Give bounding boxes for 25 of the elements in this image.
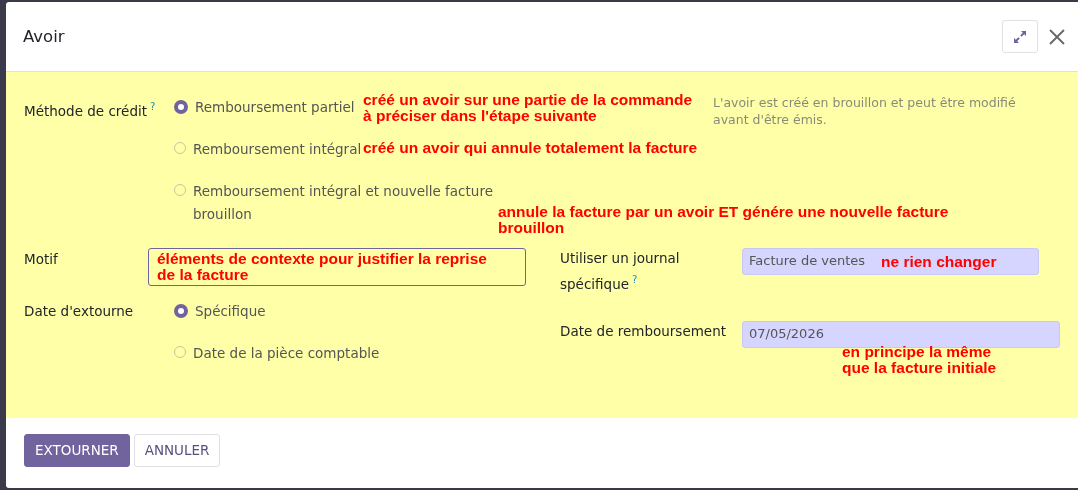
help-text: L'avoir est créé en brouillon et peut être modifié avant d'être émis. (713, 94, 1017, 128)
radio-label[interactable]: Remboursement intégral et nouvelle facture brouillon (193, 180, 493, 226)
annotation-text: annule la facture par un avoir ET génére une nouvelle facture brouillon (498, 204, 949, 236)
radio-label[interactable]: Spécifique (195, 300, 266, 322)
field-label: Date d'extourne (24, 303, 134, 319)
radio-button[interactable] (174, 100, 188, 114)
annotation-text: éléments de contexte pour justifier la reprise de la facture (157, 251, 487, 283)
field-label: Motif (24, 251, 58, 267)
confirm-button[interactable]: EXTOURNER (24, 433, 130, 467)
radio-button[interactable] (174, 304, 188, 318)
radio-label[interactable]: Date de la pièce comptable (193, 342, 380, 364)
annotation-text: créé un avoir qui annule totalement la facture (363, 140, 698, 156)
field-label: Date de remboursement (560, 322, 726, 339)
field-label: Utiliser un journal spécifique$^{?}$ (560, 250, 680, 292)
dialog-title: Avoir (23, 27, 65, 46)
field-label: Méthode de crédit$^{?}$ (24, 102, 156, 119)
radio-label[interactable]: Remboursement partiel (195, 96, 355, 118)
expand-button[interactable] (1002, 20, 1038, 53)
close-icon (1048, 27, 1066, 46)
annotation-text: ne rien changer (881, 254, 997, 270)
cancel-button[interactable]: ANNULER (133, 433, 221, 467)
expand-icon (1012, 28, 1028, 45)
input-field[interactable]: éléments de contexte pour justifier la reprise de la facture (148, 248, 526, 286)
radio-label[interactable]: Remboursement intégral (193, 138, 362, 160)
annotation-text: créé un avoir sur une partie de la commande à préciser dans l'étape suivante (363, 92, 693, 124)
